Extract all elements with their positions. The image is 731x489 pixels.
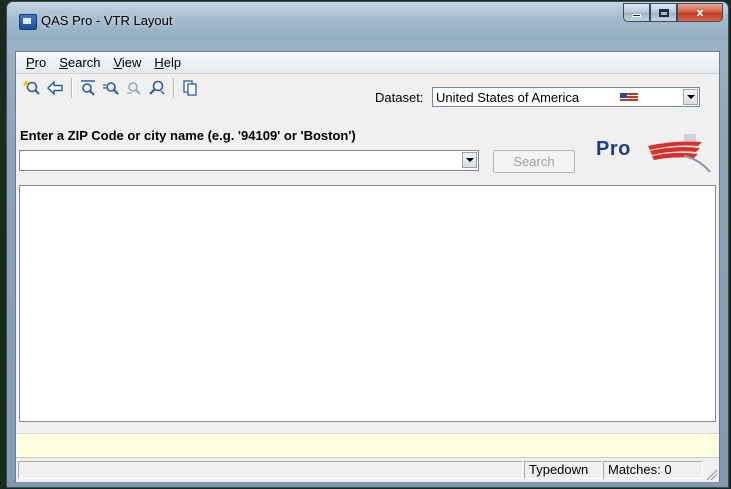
caption-buttons: x — [623, 3, 723, 23]
dataset-dropdown[interactable]: United States of America — [432, 87, 700, 107]
info-bar — [16, 433, 719, 457]
close-button[interactable]: x — [677, 3, 723, 22]
pro-logo-text: Pro — [596, 138, 631, 160]
menu-bar: Pro Search View Help — [16, 52, 719, 74]
maximize-icon — [658, 8, 669, 17]
status-bar: Typedown Matches: 0 — [16, 457, 719, 482]
close-icon: x — [696, 6, 704, 19]
back-arrow-icon — [47, 79, 63, 96]
chevron-down-icon[interactable] — [462, 152, 477, 168]
flag-swoosh-icon — [648, 134, 711, 173]
menu-search[interactable]: Search — [53, 55, 107, 70]
toolbar-separator — [71, 77, 73, 98]
window-title: QAS Pro - VTR Layout — [41, 13, 173, 28]
client-area: Pro Search View Help Dataset: United Sta… — [15, 51, 720, 482]
status-main — [18, 461, 523, 479]
app-window: QAS Pro - VTR Layout x Pro Search View H… — [6, 1, 729, 488]
dataset-value: United States of America — [436, 90, 580, 105]
results-list[interactable] — [19, 185, 716, 422]
toolbar-separator — [173, 77, 175, 98]
new-search-icon — [23, 79, 40, 95]
us-flag-icon — [620, 93, 638, 102]
maximize-button[interactable] — [650, 3, 677, 22]
resize-grip-icon[interactable] — [705, 468, 717, 480]
minimize-button[interactable] — [623, 3, 650, 22]
copy-icon — [183, 79, 197, 96]
search-input[interactable] — [20, 151, 466, 170]
minimize-icon — [632, 14, 641, 17]
refine-icon — [127, 81, 141, 95]
zoom-in-icon — [81, 79, 95, 96]
zoom-out-icon — [103, 81, 119, 95]
copy-button[interactable] — [179, 77, 201, 99]
dataset-label: Dataset: — [375, 90, 424, 105]
menu-help[interactable]: Help — [148, 55, 188, 70]
status-typedown: Typedown — [524, 461, 602, 479]
menu-view[interactable]: View — [107, 55, 148, 70]
zoom-out-button[interactable] — [100, 77, 122, 99]
title-bar[interactable]: QAS Pro - VTR Layout x — [7, 2, 728, 40]
zoom-in-button[interactable] — [77, 77, 99, 99]
search-button[interactable]: Search — [493, 150, 575, 173]
status-matches: Matches: 0 — [603, 461, 703, 479]
find-button[interactable] — [146, 77, 168, 99]
back-button[interactable] — [44, 77, 66, 99]
refine-button[interactable] — [123, 77, 145, 99]
lookup-combo[interactable] — [19, 150, 479, 171]
find-icon — [149, 80, 165, 95]
app-icon[interactable] — [19, 14, 37, 30]
pro-logo: Pro — [596, 134, 718, 174]
new-search-button[interactable] — [21, 77, 43, 99]
menu-pro[interactable]: Pro — [20, 55, 53, 70]
search-prompt: Enter a ZIP Code or city name (e.g. '941… — [20, 128, 356, 143]
chevron-down-icon[interactable] — [683, 89, 698, 105]
